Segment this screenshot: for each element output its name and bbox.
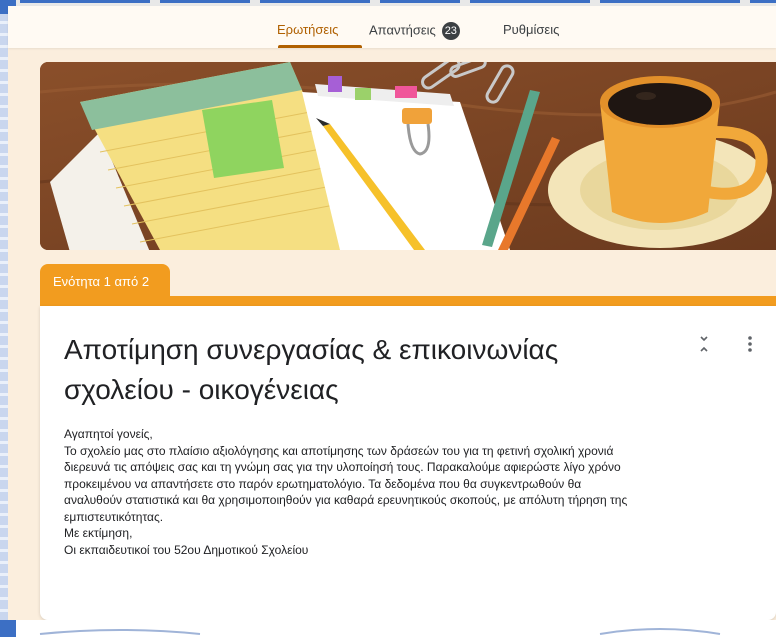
section-indicator-tab: Ενότητα 1 από 2 (40, 264, 170, 300)
description-line: Οι εκπαιδευτικοί του 52ου Δημοτικού Σχολ… (64, 542, 309, 557)
description-line: Το σχολείο μας στο πλαίσιο αξιολόγησης κ… (64, 443, 614, 458)
section-label: Ενότητα 1 από 2 (53, 274, 150, 289)
form-title[interactable]: Αποτίμηση συνεργασίας & επικοινωνίας σχο… (64, 330, 664, 410)
header-banner-image (40, 62, 776, 250)
description-line: προκειμένου να απαντήσετε στο παρόν ερωτ… (64, 476, 582, 491)
form-title-line-1: Αποτίμηση συνεργασίας & επικοινωνίας (64, 334, 559, 365)
description-line: διερευνά τις απόψεις σας και τη γνώμη σα… (64, 460, 621, 474)
tab-settings[interactable]: Ρυθμίσεις (503, 22, 559, 37)
form-header-card: Αποτίμηση συνεργασίας & επικοινωνίας σχο… (40, 306, 776, 620)
more-vert-icon[interactable] (740, 334, 760, 354)
tab-questions[interactable]: Ερωτήσεις (277, 22, 338, 37)
description-line: αναλυθούν στατιστικά και θα χρησιμοποιηθ… (64, 493, 628, 507)
active-tab-indicator (278, 45, 362, 48)
form-tab-bar: Ερωτήσεις Απαντήσεις 23 Ρυθμίσεις (8, 6, 776, 48)
tab-responses-label: Απαντήσεις (369, 22, 436, 38)
window-left-edge (0, 0, 8, 637)
form-description[interactable]: Αγαπητοί γονείς, Το σχολείο μας στο πλαί… (64, 426, 764, 558)
description-line: εμπιστευτικότητας. (64, 509, 164, 524)
description-line: Αγαπητοί γονείς, (64, 427, 153, 441)
responses-count-badge: 23 (441, 22, 460, 40)
form-title-line-2: σχολείου - οικογένειας (64, 374, 339, 405)
tab-responses[interactable]: Απαντήσεις 23 (369, 22, 460, 40)
collapse-section-icon[interactable] (694, 334, 714, 354)
section-header-bar (40, 296, 776, 306)
bottom-window-fragment (0, 620, 776, 637)
description-line: Με εκτίμηση, (64, 526, 133, 540)
